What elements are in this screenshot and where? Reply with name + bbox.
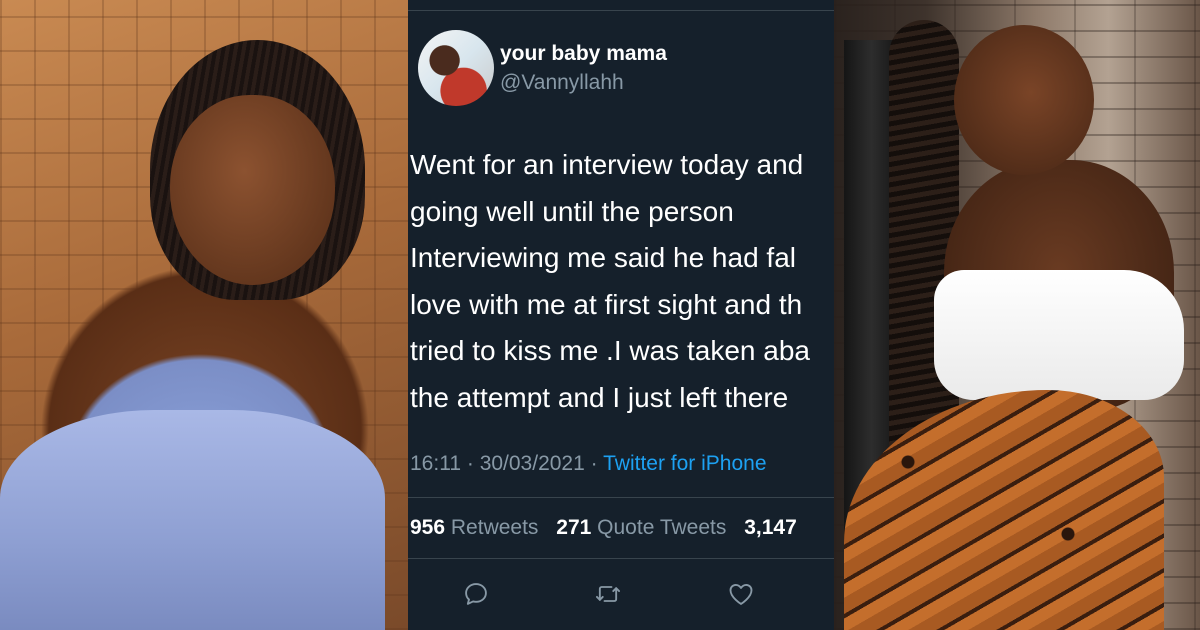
tweet-card: your baby mama @Vannyllahh Went for an i… (408, 0, 834, 630)
tweet-text-line: going well until the person (410, 195, 734, 227)
retweets-label: Retweets (450, 516, 539, 539)
meta-separator: · (590, 452, 598, 475)
left-photo-denim-top (0, 410, 385, 630)
retweet-icon (595, 586, 621, 602)
tweet-date: 30/03/2021 (479, 452, 585, 475)
tweet-text-line: love with me at first sight and th (410, 288, 803, 320)
tweet-meta: 16:11 · 30/03/2021 · Twitter for iPhone (410, 452, 767, 476)
right-photo-white-top (934, 270, 1184, 400)
tweet-text-line: Went for an interview today and (410, 149, 804, 180)
left-photo-face (170, 95, 335, 285)
tweet-actions (408, 574, 834, 614)
tweet-text: Went for an interview today and going we… (410, 142, 834, 421)
stats-divider-bottom (408, 558, 834, 559)
tweet-time: 16:11 (410, 452, 461, 475)
likes-stat[interactable]: 3,147 (744, 516, 797, 539)
stats-divider-top (408, 497, 834, 498)
display-name[interactable]: your baby mama (500, 42, 667, 66)
retweets-count: 956 (410, 516, 446, 539)
left-photo (0, 0, 408, 630)
retweet-button[interactable] (588, 574, 628, 614)
likes-count: 3,147 (744, 516, 797, 539)
like-icon (729, 583, 753, 605)
top-divider (408, 10, 834, 11)
tweet-text-line: Interviewing me said he had fal (410, 242, 796, 273)
avatar[interactable] (418, 30, 494, 106)
quotes-count: 271 (556, 516, 592, 539)
user-handle[interactable]: @Vannyllahh (500, 71, 624, 95)
like-button[interactable] (721, 574, 761, 614)
right-photo (834, 0, 1200, 630)
quotes-stat[interactable]: 271 Quote Tweets (556, 516, 726, 539)
tweet-text-line: the attempt and I just left there (410, 381, 789, 413)
quotes-label: Quote Tweets (597, 516, 727, 539)
retweets-stat[interactable]: 956 Retweets (410, 516, 538, 539)
tweet-stats: 956 Retweets 271 Quote Tweets 3,147 (410, 516, 797, 540)
tweet-text-line: tried to kiss me .I was taken aba (410, 335, 810, 366)
tweet-source-link[interactable]: Twitter for iPhone (603, 452, 766, 475)
right-photo-head (954, 25, 1094, 175)
reply-button[interactable] (456, 574, 496, 614)
reply-icon (465, 583, 487, 605)
meta-separator: · (466, 452, 474, 475)
